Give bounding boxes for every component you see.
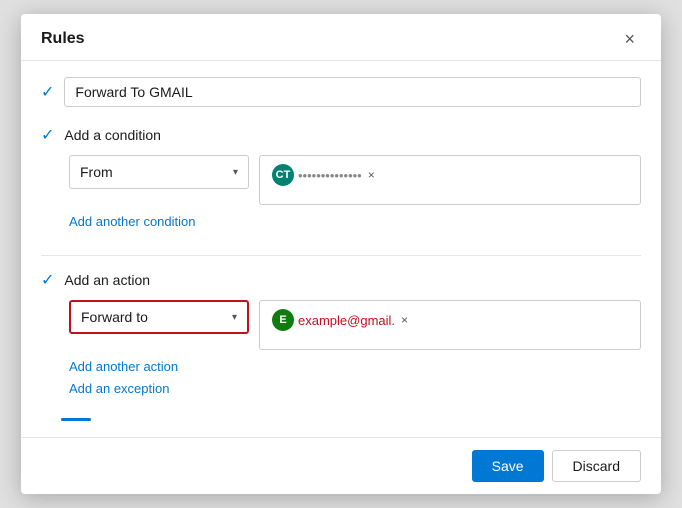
rules-dialog: Rules × ✓ ✓ Add a condition From ▾ CT <box>21 14 661 494</box>
condition-tag-avatar: CT <box>272 164 294 186</box>
condition-header: ✓ Add a condition <box>41 125 641 145</box>
condition-tag-remove[interactable]: × <box>366 168 377 182</box>
action-header: ✓ Add an action <box>41 270 641 290</box>
action-content: Forward to ▾ E example@gmail. × <box>69 300 641 350</box>
action-tag-avatar: E <box>272 309 294 331</box>
action-tag-remove[interactable]: × <box>399 313 410 327</box>
add-exception-link[interactable]: Add an exception <box>69 381 169 396</box>
condition-dropdown[interactable]: From ▾ <box>69 155 249 189</box>
save-button[interactable]: Save <box>472 450 544 482</box>
condition-content: From ▾ CT •••••••••••••• × <box>69 155 641 205</box>
condition-tag: CT •••••••••••••• × <box>268 162 381 188</box>
condition-tag-text: •••••••••••••• <box>298 168 362 183</box>
discard-button[interactable]: Discard <box>552 450 641 482</box>
action-tag: E example@gmail. × <box>268 307 414 333</box>
action-section: ✓ Add an action Forward to ▾ E example@g… <box>41 270 641 402</box>
section-divider <box>41 255 641 256</box>
add-action-link[interactable]: Add another action <box>69 359 178 374</box>
action-dropdown-value: Forward to <box>81 309 148 325</box>
dialog-footer: Save Discard <box>21 437 661 494</box>
action-check-icon: ✓ <box>41 270 54 290</box>
condition-tag-box: CT •••••••••••••• × <box>259 155 641 205</box>
action-dropdown[interactable]: Forward to ▾ <box>69 300 249 334</box>
rule-name-check-icon: ✓ <box>41 82 54 102</box>
condition-section: ✓ Add a condition From ▾ CT ••••••••••••… <box>41 125 641 235</box>
add-condition-link[interactable]: Add another condition <box>69 214 195 229</box>
dialog-header: Rules × <box>21 14 661 61</box>
condition-dropdown-value: From <box>80 164 113 180</box>
close-button[interactable]: × <box>618 28 641 50</box>
condition-label: Add a condition <box>64 127 161 143</box>
action-tag-text: example@gmail. <box>298 313 395 328</box>
rule-name-input[interactable] <box>64 77 641 107</box>
action-label: Add an action <box>64 272 150 288</box>
dialog-title: Rules <box>41 30 85 48</box>
dialog-body: ✓ ✓ Add a condition From ▾ CT ••••••••••… <box>21 61 661 437</box>
action-tag-box: E example@gmail. × <box>259 300 641 350</box>
rule-name-row: ✓ <box>41 77 641 107</box>
condition-check-icon: ✓ <box>41 125 54 145</box>
condition-dropdown-arrow: ▾ <box>233 167 238 178</box>
bottom-accent-line <box>61 418 91 421</box>
action-dropdown-arrow: ▾ <box>232 312 237 323</box>
